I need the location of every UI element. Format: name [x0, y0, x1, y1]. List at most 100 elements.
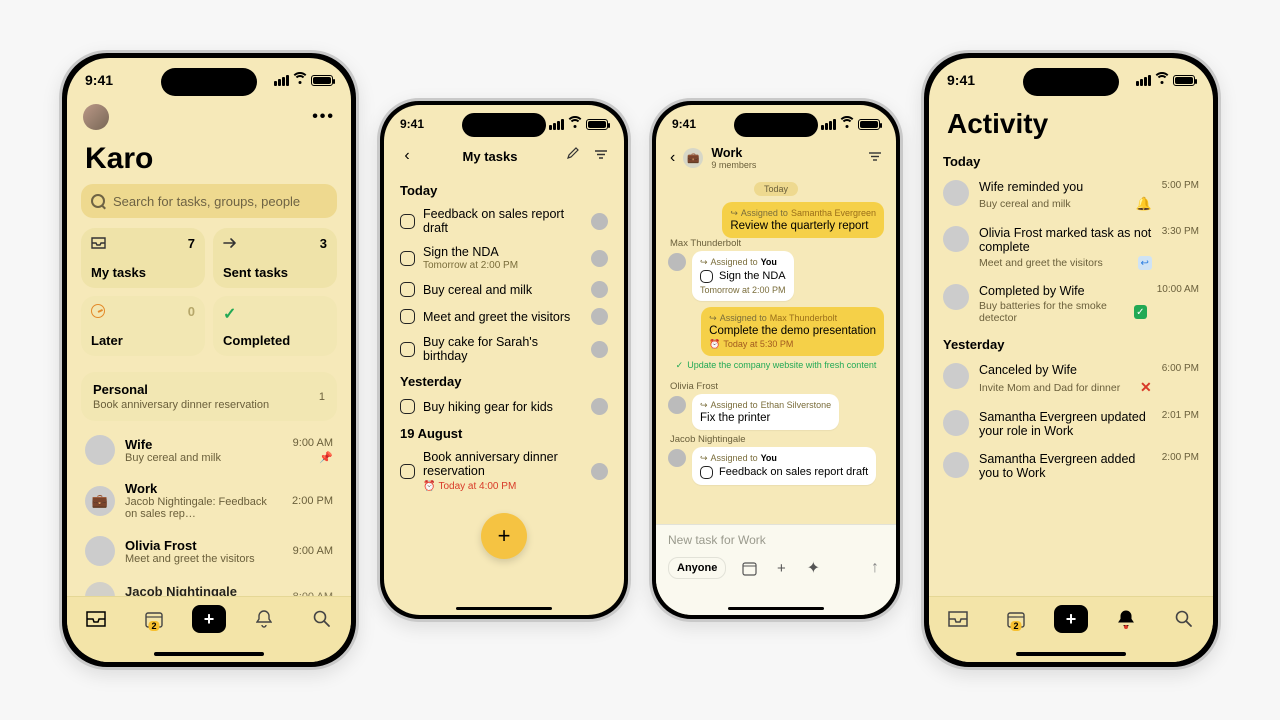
wifi-icon	[293, 75, 307, 85]
personal-section[interactable]: Personal Book anniversary dinner reserva…	[81, 372, 337, 421]
profile-avatar[interactable]	[83, 104, 109, 130]
tab-calendar[interactable]: 2	[996, 605, 1036, 633]
assignee-avatar	[591, 281, 608, 298]
activity-sub: Buy cereal and milk	[979, 198, 1071, 210]
card-my-tasks[interactable]: 7 My tasks	[81, 228, 205, 288]
card-later[interactable]: 0 Later	[81, 296, 205, 356]
tab-add-button[interactable]: +	[192, 605, 226, 633]
home-indicator[interactable]	[456, 607, 552, 610]
task-row[interactable]: Buy cereal and milk	[400, 276, 608, 303]
edit-icon[interactable]	[564, 147, 582, 165]
signal-icon	[1136, 75, 1151, 86]
assign-icon: ↪	[700, 453, 708, 464]
home-indicator[interactable]	[154, 652, 264, 656]
card-count: 7	[188, 236, 195, 251]
message-bubble-received[interactable]: ↪ Assigned to Ethan Silverstone Fix the …	[692, 394, 839, 430]
tab-inbox[interactable]	[938, 605, 978, 633]
tab-search[interactable]	[302, 605, 342, 633]
task-row[interactable]: Buy cake for Sarah's birthday	[400, 330, 608, 368]
phone-activity: 9:41 Activity Today Wife reminded youBuy…	[921, 50, 1221, 670]
send-icon[interactable]: ↑	[866, 559, 884, 577]
message-bubble-sent[interactable]: ↪ Assigned to Samantha Evergreen Review …	[722, 202, 884, 238]
tab-calendar[interactable]: 2	[134, 605, 174, 633]
group-name: Work	[711, 147, 860, 160]
filter-icon[interactable]	[592, 147, 610, 165]
tab-add-button[interactable]: +	[1054, 605, 1088, 633]
assignee: Samantha Evergreen	[791, 208, 876, 218]
tab-search[interactable]	[1164, 605, 1204, 633]
checkbox-icon[interactable]	[400, 309, 415, 324]
thread-row[interactable]: 💼 Work Jacob Nightingale: Feedback on sa…	[73, 473, 345, 528]
activity-row[interactable]: Samantha Evergreen added you to Work 2:0…	[943, 445, 1199, 487]
assign-icon: ↪	[700, 400, 708, 411]
checkbox-icon[interactable]	[400, 342, 415, 357]
signal-icon	[549, 119, 564, 130]
avatar	[943, 226, 969, 252]
checkbox-icon[interactable]	[400, 399, 415, 414]
task-row[interactable]: Sign the NDATomorrow at 2:00 PM	[400, 240, 608, 276]
message-bubble-received[interactable]: ↪ Assigned to You Feedback on sales repo…	[692, 447, 876, 485]
activity-time: 10:00 AM	[1157, 284, 1199, 295]
thread-time: 9:00 AM	[293, 545, 333, 557]
checkbox-icon[interactable]	[700, 270, 713, 283]
back-icon[interactable]: ‹	[670, 149, 675, 167]
group-avatar[interactable]: 💼	[683, 148, 703, 168]
home-indicator[interactable]	[1016, 652, 1126, 656]
assignee-avatar	[591, 213, 608, 230]
avatar	[85, 536, 115, 566]
avatar: 💼	[85, 486, 115, 516]
message-bubble-received[interactable]: ↪ Assigned to You Sign the NDA Tomorrow …	[692, 251, 794, 301]
assignee-avatar	[591, 398, 608, 415]
message-with-avatar: ↪ Assigned to You Feedback on sales repo…	[668, 447, 884, 485]
activity-row[interactable]: Olivia Frost marked task as not complete…	[943, 219, 1199, 277]
composer-input[interactable]: New task for Work	[668, 533, 884, 547]
header-title: My tasks	[463, 149, 518, 164]
activity-row[interactable]: Completed by WifeBuy batteries for the s…	[943, 277, 1199, 331]
avatar	[943, 452, 969, 478]
assignee-picker[interactable]: Anyone	[668, 557, 726, 579]
activity-title: Completed by Wife	[979, 284, 1147, 298]
phone-my-tasks: 9:41 ‹ My tasks Today Feedback on sales …	[377, 98, 631, 622]
date-icon[interactable]	[740, 561, 758, 576]
checkbox-icon[interactable]	[400, 282, 415, 297]
task-row[interactable]: Buy hiking gear for kids	[400, 393, 608, 420]
activity-sub: Invite Mom and Dad for dinner	[979, 382, 1120, 394]
activity-time: 2:01 PM	[1162, 410, 1199, 421]
sparkle-icon[interactable]: ✦	[804, 558, 822, 578]
back-icon[interactable]: ‹	[398, 147, 416, 165]
message-with-avatar: ↪ Assigned to Ethan Silverstone Fix the …	[668, 394, 884, 430]
activity-row[interactable]: Wife reminded youBuy cereal and milk🔔 5:…	[943, 173, 1199, 219]
wifi-icon	[840, 119, 854, 129]
task-row[interactable]: Meet and greet the visitors	[400, 303, 608, 330]
tab-notifications[interactable]	[1106, 605, 1146, 633]
home-indicator[interactable]	[728, 607, 824, 610]
activity-row[interactable]: Samantha Evergreen updated your role in …	[943, 403, 1199, 445]
assignee: You	[761, 453, 777, 463]
phone-work-chat: 9:41 ‹ 💼 Work 9 members Today ↪ Assigned…	[649, 98, 903, 622]
checkbox-icon[interactable]	[700, 466, 713, 479]
checkbox-icon[interactable]	[400, 464, 415, 479]
search-input[interactable]: Search for tasks, groups, people	[81, 184, 337, 218]
checkbox-icon[interactable]	[400, 214, 415, 229]
sender-label: Jacob Nightingale	[670, 434, 882, 445]
thread-row[interactable]: Wife Buy cereal and milk 9:00 AM 📌	[73, 427, 345, 473]
header: ‹ My tasks	[384, 143, 624, 169]
thread-row[interactable]: Olivia Frost Meet and greet the visitors…	[73, 528, 345, 574]
card-sent-tasks[interactable]: 3 Sent tasks	[213, 228, 337, 288]
tab-inbox[interactable]	[76, 605, 116, 633]
activity-title: Samantha Evergreen added you to Work	[979, 452, 1152, 480]
task-row[interactable]: Book anniversary dinner reservation⏰Toda…	[400, 445, 608, 497]
checkbox-icon[interactable]	[400, 251, 415, 266]
attach-icon[interactable]: +	[772, 560, 790, 577]
filter-icon[interactable]	[868, 149, 882, 167]
fab-add-button[interactable]: +	[481, 513, 527, 559]
activity-row[interactable]: Canceled by WifeInvite Mom and Dad for d…	[943, 356, 1199, 403]
tab-notifications[interactable]	[244, 605, 284, 633]
task-row[interactable]: Feedback on sales report draft	[400, 202, 608, 240]
status-time: 9:41	[85, 72, 113, 88]
message-bubble-sent[interactable]: ↪ Assigned to Max Thunderbolt Complete t…	[701, 307, 884, 356]
task-text: Buy cake for Sarah's birthday	[423, 335, 583, 363]
more-icon[interactable]: •••	[312, 108, 335, 126]
card-completed[interactable]: ✓ Completed	[213, 296, 337, 356]
pin-icon: 📌	[293, 451, 333, 464]
